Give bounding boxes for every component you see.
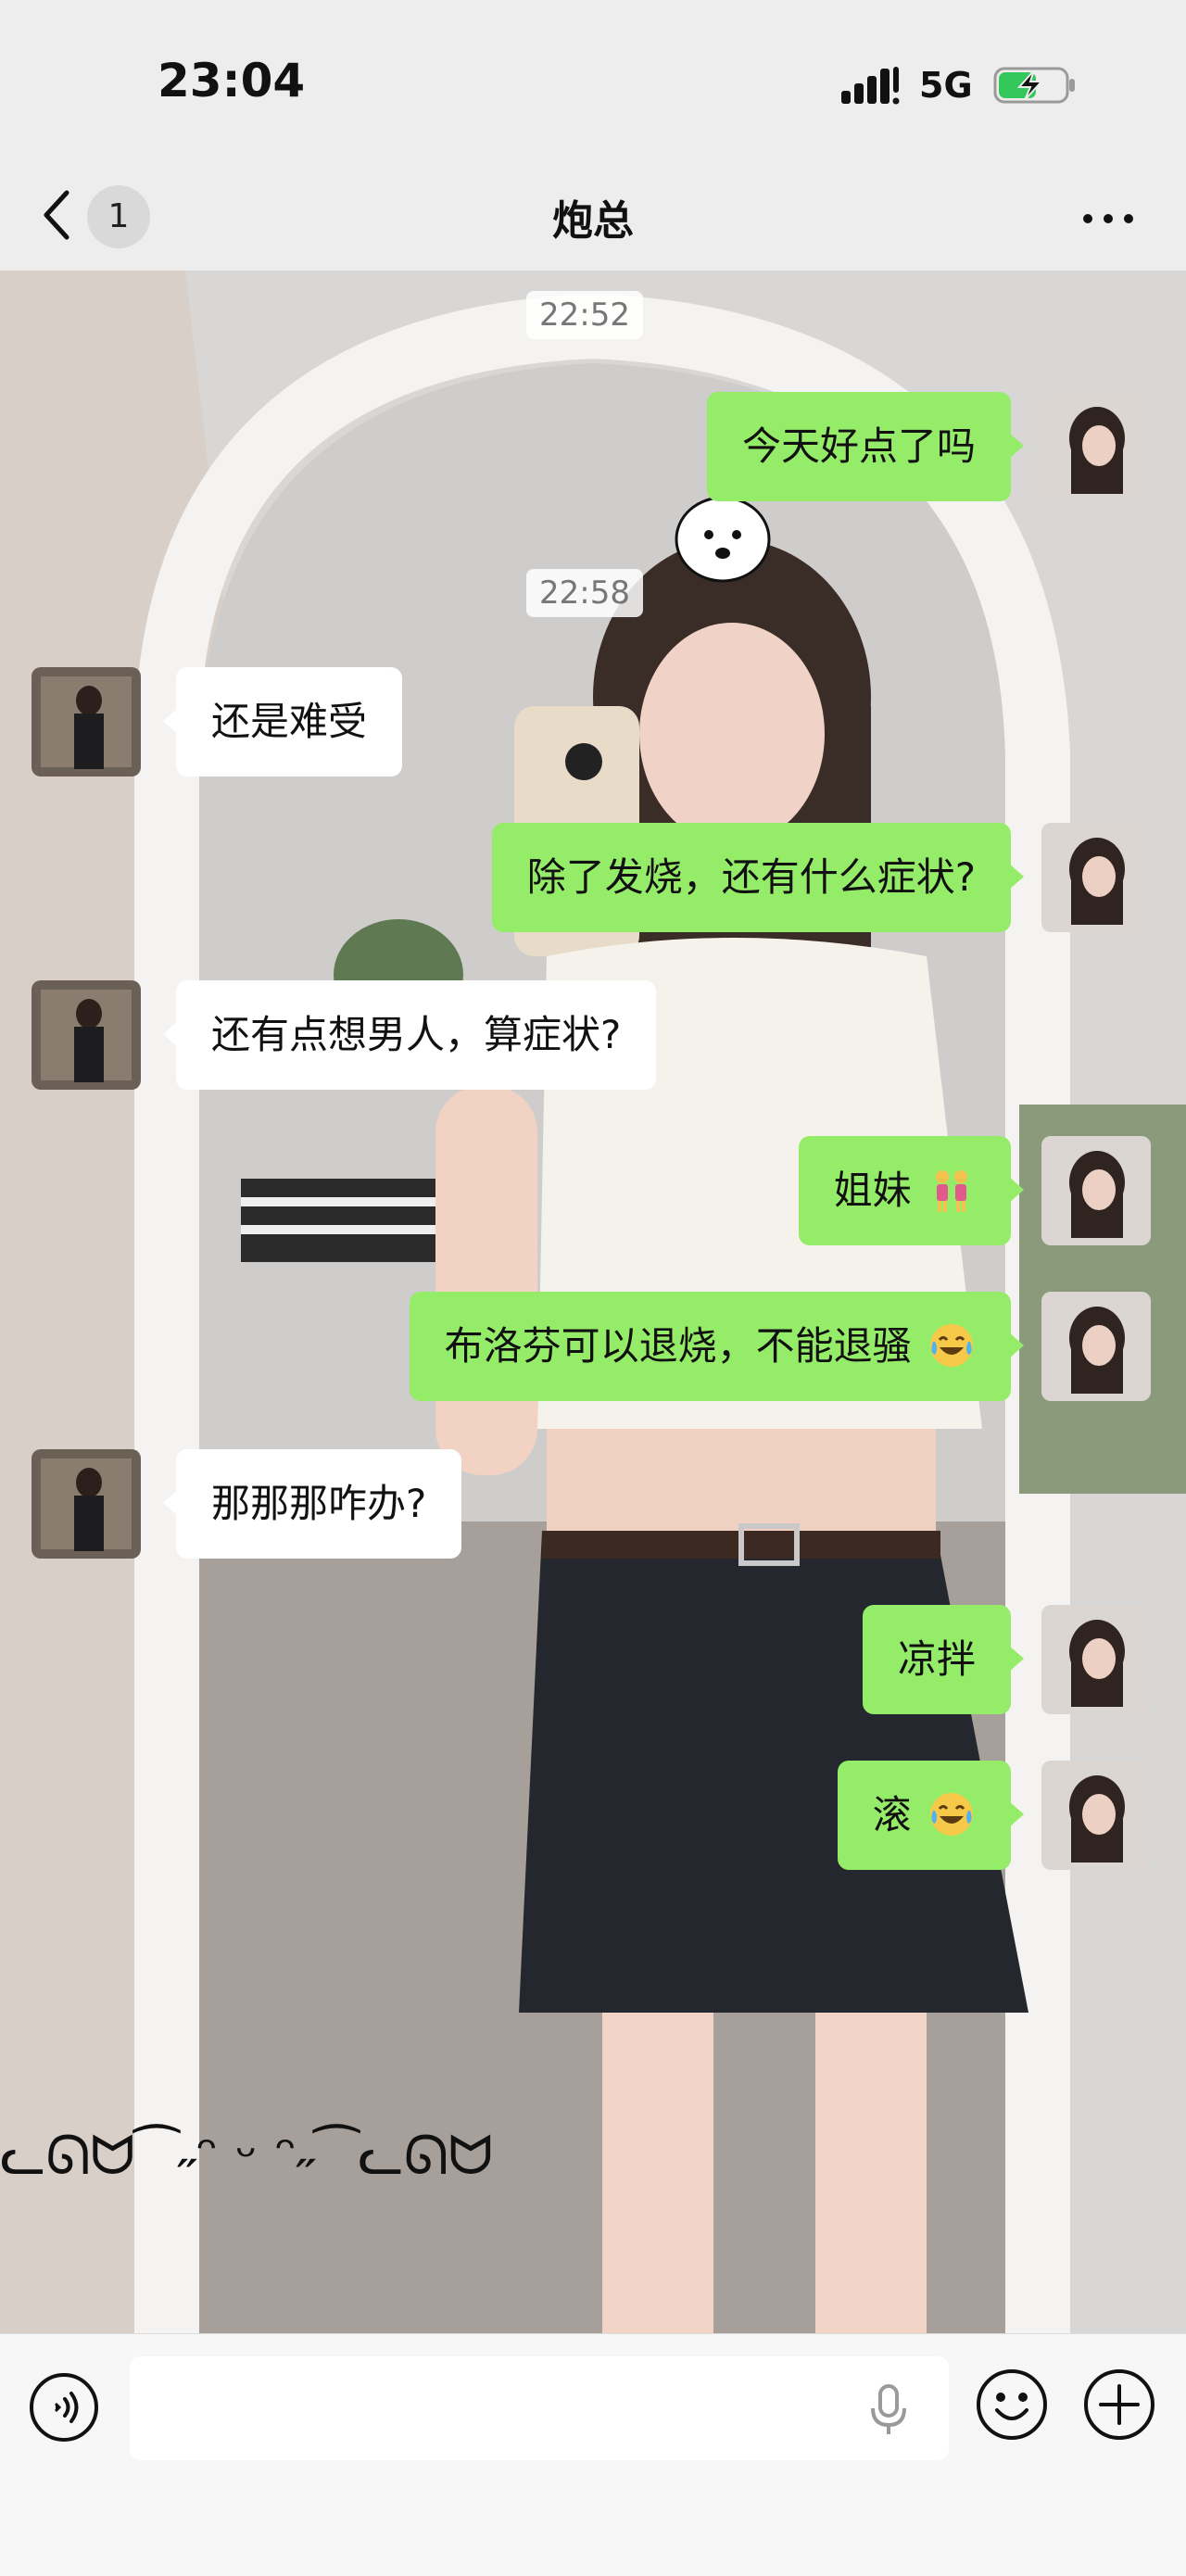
smiley-face-icon[interactable]: [975, 2368, 1049, 2442]
message-list[interactable]: 22:52 今天好点了吗 22:58 还是难受 除了发烧，还有什么症状? 还有点…: [0, 271, 1186, 2333]
message-timestamp: 22:52: [526, 291, 643, 339]
contact-avatar[interactable]: [32, 1449, 141, 1559]
sent-message-bubble[interactable]: 布洛芬可以退烧，不能退骚: [409, 1292, 1025, 1401]
chevron-left-icon[interactable]: [39, 185, 76, 245]
chat-header: 1 炮总: [0, 167, 1186, 271]
sent-message-bubble[interactable]: 滚: [837, 1761, 1025, 1870]
message-text: 滚: [872, 1792, 912, 1837]
message-text: 布洛芬可以退烧，不能退骚: [444, 1323, 912, 1369]
chat-title: 炮总: [552, 197, 634, 245]
received-message-bubble[interactable]: 那那那咋办?: [162, 1449, 462, 1559]
input-bar: [0, 2333, 1186, 2576]
laughing-crying-face-icon: [930, 1323, 973, 1367]
contact-avatar[interactable]: [32, 980, 141, 1090]
sent-message-bubble[interactable]: 姐妹: [798, 1136, 1025, 1245]
microphone-icon[interactable]: [865, 2382, 912, 2438]
my-avatar[interactable]: [1041, 1292, 1151, 1401]
background-kaomoji-decoration: ᓚᘏᗢ⁀˶ᵔ ᵕ ᵔ˶⁀ᓚᘏᗢ: [0, 2124, 494, 2187]
my-avatar[interactable]: [1041, 392, 1151, 501]
my-avatar[interactable]: [1041, 1136, 1151, 1245]
plus-circle-icon[interactable]: [1082, 2368, 1156, 2442]
unread-count-badge[interactable]: 1: [87, 185, 150, 248]
message-timestamp: 22:58: [526, 569, 643, 617]
laughing-crying-face-icon: [930, 1792, 973, 1836]
status-bar: 23:04 5G: [0, 0, 1186, 167]
two-women-icon: [936, 1169, 967, 1212]
sent-message-bubble[interactable]: 除了发烧，还有什么症状?: [491, 823, 1025, 932]
ellipsis-icon[interactable]: [1079, 200, 1138, 237]
sent-message-bubble[interactable]: 今天好点了吗: [706, 392, 1025, 501]
network-type: 5G: [919, 65, 973, 106]
contact-avatar[interactable]: [32, 667, 141, 777]
status-time: 23:04: [158, 54, 306, 107]
received-message-bubble[interactable]: 还是难受: [162, 667, 403, 777]
my-avatar[interactable]: [1041, 1761, 1151, 1870]
message-input[interactable]: [130, 2356, 949, 2460]
message-text: 姐妹: [833, 1168, 912, 1213]
battery-charging-icon: [993, 67, 1075, 104]
sent-message-bubble[interactable]: 凉拌: [862, 1605, 1025, 1714]
chat-screen: 23:04 5G 1 炮总 22:52 今天好点了吗 22:58 还是难受 除了…: [0, 0, 1186, 2576]
received-message-bubble[interactable]: 还有点想男人，算症状?: [162, 980, 657, 1090]
my-avatar[interactable]: [1041, 1605, 1151, 1714]
voice-waves-icon[interactable]: [28, 2371, 100, 2443]
signal-bars-icon: [841, 67, 900, 105]
my-avatar[interactable]: [1041, 823, 1151, 932]
